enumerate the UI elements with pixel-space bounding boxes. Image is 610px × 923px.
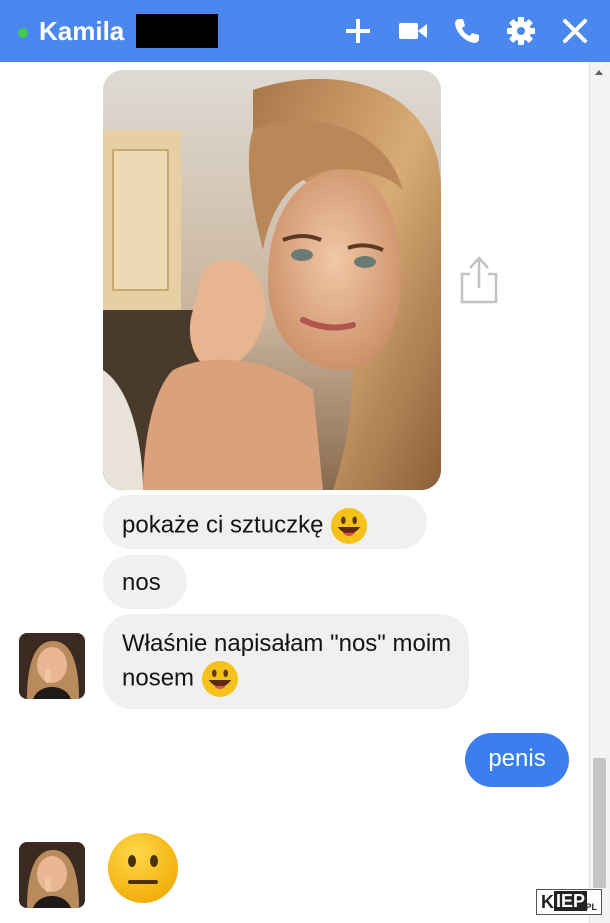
avatar[interactable] bbox=[19, 842, 85, 908]
contact-name[interactable]: Kamila bbox=[39, 16, 124, 46]
share-icon[interactable] bbox=[456, 254, 502, 306]
redacted-surname-box bbox=[136, 14, 218, 48]
message-bubble[interactable]: nos bbox=[103, 555, 187, 609]
grinning-emoji-icon bbox=[201, 660, 238, 698]
scroll-thumb[interactable] bbox=[593, 758, 606, 888]
scroll-up-arrow-icon[interactable] bbox=[595, 70, 603, 75]
add-icon[interactable] bbox=[342, 15, 374, 47]
kiep-watermark-logo: K IEP .PL bbox=[536, 889, 602, 915]
contact-avatar-image bbox=[19, 633, 85, 699]
message-text: penis bbox=[488, 745, 546, 772]
photo-message[interactable] bbox=[103, 70, 441, 490]
contact-avatar-image bbox=[19, 842, 85, 908]
scrollbar[interactable] bbox=[589, 62, 610, 923]
message-text: nos bbox=[122, 569, 161, 596]
watermark-k: K bbox=[541, 892, 554, 912]
selfie-photo bbox=[103, 70, 441, 490]
close-icon[interactable] bbox=[559, 15, 591, 47]
neutral-face-emoji-icon[interactable] bbox=[106, 831, 180, 905]
video-call-icon[interactable] bbox=[397, 15, 429, 47]
message-text: Właśnie napisałam "nos" moim nosem bbox=[122, 630, 452, 692]
message-bubble[interactable]: pokaże ci sztuczkę bbox=[103, 495, 427, 549]
message-bubble[interactable]: Właśnie napisałam "nos" moim nosem bbox=[103, 614, 469, 709]
chat-header: Kamila bbox=[0, 0, 610, 62]
online-status-dot bbox=[18, 28, 28, 38]
settings-icon[interactable] bbox=[505, 15, 537, 47]
grinning-emoji-icon bbox=[331, 507, 368, 545]
message-text: pokaże ci sztuczkę bbox=[122, 511, 324, 539]
watermark-pl: .PL bbox=[583, 902, 598, 912]
phone-icon[interactable] bbox=[451, 15, 483, 47]
avatar[interactable] bbox=[19, 633, 85, 699]
my-message-bubble[interactable]: penis bbox=[465, 733, 569, 787]
